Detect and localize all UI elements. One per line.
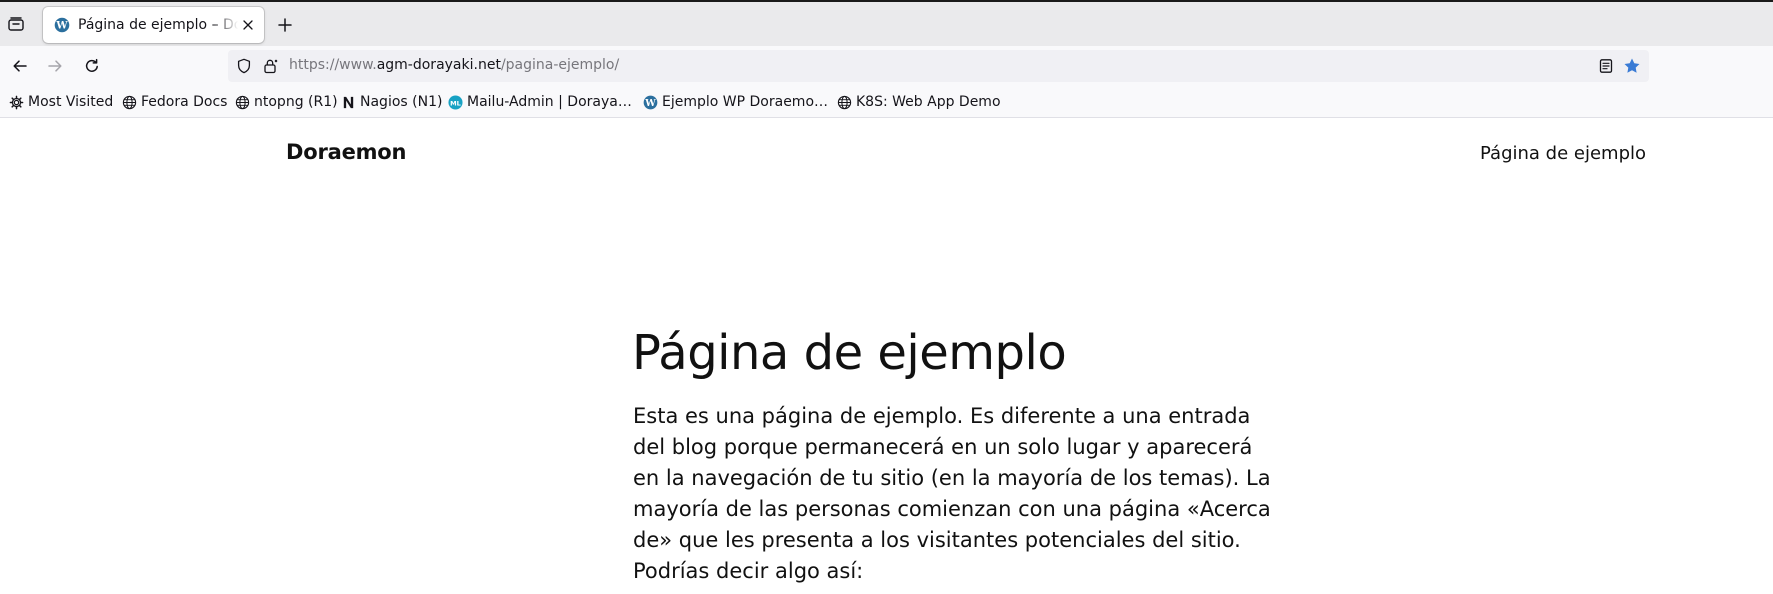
url-scheme: https://www.: [289, 57, 377, 73]
url-host: agm-dorayaki.net: [376, 57, 501, 73]
bookmark-label: Most Visited: [28, 94, 114, 110]
wordpress-icon: W: [642, 94, 658, 110]
url-path: /pagina-ejemplo/: [500, 57, 620, 73]
tab-list-button[interactable]: [4, 12, 28, 36]
forward-button[interactable]: [43, 54, 67, 78]
url-bar[interactable]: https://www.agm-dorayaki.net/pagina-ejem…: [228, 50, 1649, 82]
page-title: Página de ejemplo: [632, 325, 1067, 381]
shield-icon[interactable]: [236, 58, 252, 74]
bookmark-label: Fedora Docs: [141, 94, 228, 110]
globe-icon: [234, 94, 250, 110]
globe-icon: [121, 94, 137, 110]
tab-list-icon: [8, 17, 24, 31]
arrow-right-icon: [48, 60, 62, 72]
bookmark-ejemplo-wp[interactable]: W Ejemplo WP Doraemo…: [642, 93, 828, 111]
active-tab[interactable]: W Página de ejemplo – Doraemon: [43, 7, 264, 43]
lock-icon[interactable]: [262, 58, 278, 74]
reload-icon: [85, 58, 98, 72]
bookmark-star-icon[interactable]: [1623, 57, 1641, 75]
bookmark-label: K8S: Web App Demo: [856, 94, 1001, 110]
tab-bar: W Página de ejemplo – Doraemon: [0, 0, 1773, 46]
bookmark-nagios[interactable]: Nagios (N1): [340, 93, 442, 111]
bookmark-k8s-web-app[interactable]: K8S: Web App Demo: [836, 93, 1001, 111]
mailu-icon: ML: [447, 94, 463, 110]
wordpress-icon: W: [54, 17, 70, 33]
tab-title: Página de ejemplo – Doraemon: [78, 17, 238, 33]
bookmark-label: Ejemplo WP Doraemo…: [662, 94, 829, 110]
svg-text:ML: ML: [450, 99, 461, 107]
reload-button[interactable]: [80, 54, 104, 78]
bookmark-most-visited[interactable]: Most Visited: [8, 93, 113, 111]
bookmark-fedora-docs[interactable]: Fedora Docs: [121, 93, 227, 111]
svg-text:W: W: [644, 97, 656, 108]
bookmark-ntopng[interactable]: ntopng (R1): [234, 93, 338, 111]
close-tab-button[interactable]: [240, 17, 256, 33]
bookmark-label: ntopng (R1): [254, 94, 338, 110]
url-text[interactable]: https://www.agm-dorayaki.net/pagina-ejem…: [289, 57, 619, 73]
page-body-paragraph: Esta es una página de ejemplo. Es difere…: [633, 404, 1271, 583]
site-header: Doraemon Página de ejemplo: [0, 118, 1773, 188]
nav-link-pagina-de-ejemplo[interactable]: Página de ejemplo: [1480, 143, 1646, 164]
new-tab-button[interactable]: [274, 14, 296, 36]
navigation-bar: https://www.agm-dorayaki.net/pagina-ejem…: [0, 46, 1773, 86]
site-title[interactable]: Doraemon: [286, 140, 406, 164]
globe-icon: [836, 94, 852, 110]
bookmark-label: Nagios (N1): [360, 94, 443, 110]
bookmark-label: Mailu-Admin | Doraya…: [467, 94, 632, 110]
bookmarks-toolbar: Most Visited Fedora Docs ntopng (R1) Nag…: [0, 86, 1773, 118]
gear-icon: [8, 94, 24, 110]
close-icon: [243, 20, 253, 30]
reader-view-icon[interactable]: [1598, 58, 1614, 74]
nagios-icon: [340, 94, 356, 110]
back-button[interactable]: [8, 54, 32, 78]
arrow-left-icon: [13, 60, 27, 72]
plus-icon: [278, 18, 292, 32]
svg-text:W: W: [55, 21, 68, 32]
bookmark-mailu-admin[interactable]: ML Mailu-Admin | Doraya…: [447, 93, 632, 111]
